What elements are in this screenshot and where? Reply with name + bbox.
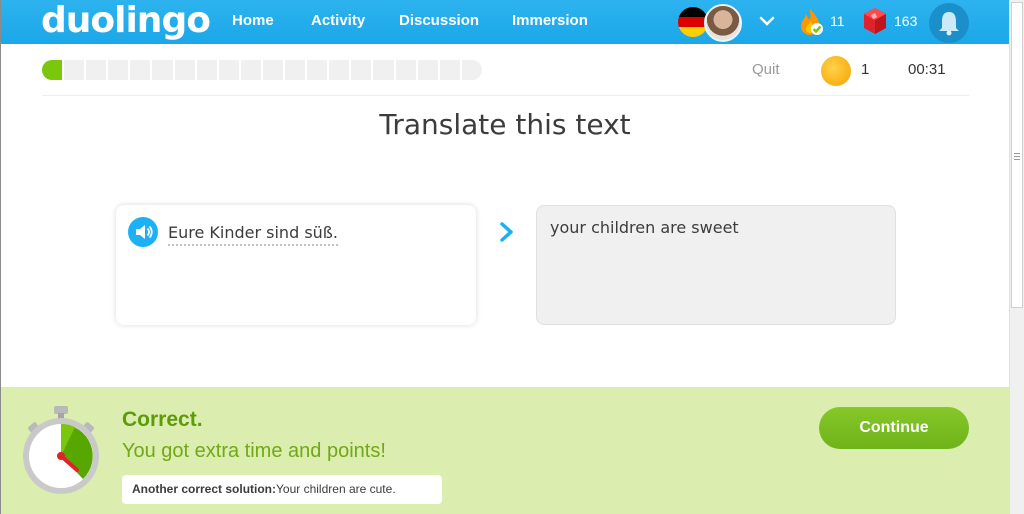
continue-button[interactable]: Continue — [819, 407, 969, 449]
progress-segment — [262, 60, 284, 80]
gem-icon[interactable] — [863, 7, 887, 35]
chevron-right-icon — [500, 222, 513, 242]
progress-segment — [307, 60, 328, 80]
alternative-solution: Another correct solution:Your children a… — [122, 475, 442, 504]
progress-segment — [461, 60, 482, 80]
chevron-down-icon[interactable] — [758, 12, 776, 30]
progress-segment — [373, 60, 394, 80]
nav-home[interactable]: Home — [232, 12, 274, 29]
progress-segment — [42, 60, 63, 80]
streak-count[interactable]: 11 — [830, 13, 845, 29]
alternative-solution-label: Another correct solution: — [132, 482, 277, 496]
prompt-sentence-text[interactable]: Eure Kinder sind süß. — [168, 223, 338, 246]
progress-segment — [108, 60, 129, 80]
flame-icon[interactable] — [798, 7, 824, 37]
nav-discussion[interactable]: Discussion — [399, 12, 479, 29]
prompt-sentence[interactable]: Eure Kinder sind süß. — [168, 223, 338, 246]
coin-icon — [821, 56, 851, 86]
result-subtitle: You got extra time and points! — [122, 440, 386, 462]
result-title: Correct. — [122, 408, 203, 431]
challenge-title: Translate this text — [379, 108, 631, 141]
stopwatch-icon — [23, 406, 99, 494]
progress-segment — [240, 60, 261, 80]
gems-count[interactable]: 163 — [894, 13, 917, 29]
progress-segment — [86, 60, 107, 80]
progress-segment — [329, 60, 350, 80]
progress-segment — [218, 60, 239, 80]
progress-segment — [417, 60, 438, 80]
nav-immersion[interactable]: Immersion — [512, 12, 588, 29]
lesson-timer: 00:31 — [908, 61, 946, 78]
scrollbar-thumb[interactable] — [1011, 2, 1023, 308]
avatar[interactable] — [704, 4, 742, 42]
scroll-grip-line — [1014, 159, 1020, 160]
speaker-icon — [136, 225, 153, 239]
progress-segment — [439, 60, 460, 80]
progress-segment — [285, 60, 306, 80]
progress-segment — [351, 60, 372, 80]
progress-segment — [130, 60, 151, 80]
duolingo-logo[interactable]: duolingo — [41, 1, 211, 41]
progress-segment — [152, 60, 173, 80]
progress-segment — [395, 60, 416, 80]
progress-segment — [64, 60, 85, 80]
notifications-button[interactable] — [929, 3, 969, 43]
progress-segment — [196, 60, 217, 80]
answer-text[interactable]: your children are sweet — [550, 218, 739, 237]
scroll-grip-line — [1014, 156, 1020, 157]
play-audio-button[interactable] — [128, 217, 158, 247]
alternative-solution-text: Your children are cute. — [276, 482, 396, 496]
coin-count: 1 — [861, 61, 870, 78]
quit-button[interactable]: Quit — [752, 61, 780, 78]
nav-activity[interactable]: Activity — [311, 12, 365, 29]
scroll-grip-line — [1014, 153, 1020, 154]
lesson-progress-bar — [42, 60, 482, 80]
bell-icon — [939, 12, 959, 36]
top-nav-bar: duolingo Home Activity Discussion Immers… — [1, 0, 1009, 44]
divider — [42, 95, 969, 96]
progress-segment — [174, 60, 195, 80]
